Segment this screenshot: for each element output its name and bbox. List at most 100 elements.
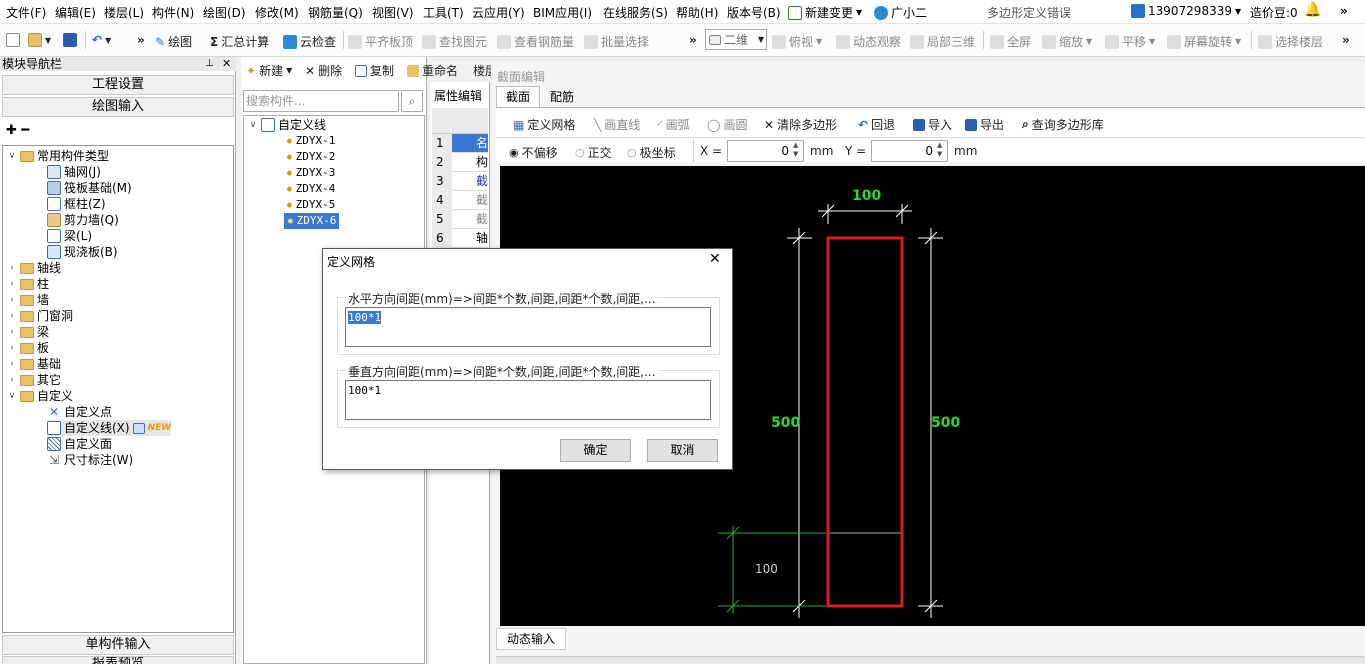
property-row-1[interactable]: 1名 <box>432 134 488 153</box>
tree-common-types[interactable]: ∨ 常用构件类型 <box>7 148 109 164</box>
x-spinner-icon[interactable]: ▲ ▼ <box>793 141 798 159</box>
menu-version[interactable]: 版本号(B) <box>727 4 781 21</box>
menu-tools[interactable]: 工具(T) <box>423 4 464 21</box>
fullscreen-button[interactable]: 全屏 <box>990 33 1031 50</box>
query-polygon-lib-button[interactable]: ⌕ 查询多边形库 <box>1022 116 1104 133</box>
expand-icon[interactable]: › <box>7 308 17 324</box>
tree-item-custom-face[interactable]: 自定义面 <box>47 436 112 452</box>
more-menu-icon[interactable]: » <box>1340 4 1348 18</box>
copy-component-button[interactable]: 复制 <box>355 62 394 79</box>
expand-icon[interactable]: › <box>7 356 17 372</box>
horizontal-spacing-input[interactable]: 100*1 <box>345 307 711 347</box>
tree-item-column[interactable]: 框柱(Z) <box>47 196 106 212</box>
property-row-5[interactable]: 5截 <box>432 210 488 229</box>
property-row-6[interactable]: 6轴 <box>432 229 488 248</box>
tree-item-shear-wall[interactable]: 剪力墙(Q) <box>47 212 119 228</box>
assistant-button[interactable]: 广小二 <box>874 4 927 21</box>
search-icon[interactable]: ⌕ <box>401 90 423 112</box>
toolbar-more-icon-2[interactable]: » <box>689 33 697 47</box>
expand-icon[interactable]: › <box>7 372 17 388</box>
cloud-check-button[interactable]: 云检查 <box>283 33 336 50</box>
toolbar-more-icon-3[interactable]: » <box>1342 33 1350 47</box>
y-spinner-icon[interactable]: ▲ ▼ <box>937 141 942 159</box>
project-settings-button[interactable]: 工程设置 <box>2 75 234 95</box>
expand-all-icon[interactable]: ✚ ━ <box>6 123 29 138</box>
menu-draw[interactable]: 绘图(D) <box>203 4 246 21</box>
expand-icon[interactable]: › <box>7 260 17 276</box>
no-offset-radio[interactable]: ◉ 不偏移 <box>509 144 558 161</box>
tree-folder-other[interactable]: › 其它 <box>7 372 61 388</box>
property-row-3[interactable]: 3截 <box>432 172 488 191</box>
tree-folder-custom[interactable]: ∨ 自定义 <box>7 388 73 404</box>
tree-item-beam[interactable]: 梁(L) <box>47 228 92 244</box>
draw-line-button[interactable]: ╲ 画直线 <box>594 116 640 133</box>
local-3d-button[interactable]: 局部三维 <box>910 33 975 50</box>
clear-polygon-button[interactable]: ✕ 清除多边形 <box>764 116 837 133</box>
tree-item-axis-grid[interactable]: 轴网(J) <box>47 164 101 180</box>
collapse-icon[interactable]: ∨ <box>7 388 17 404</box>
expand-icon[interactable]: › <box>7 340 17 356</box>
single-component-input-button[interactable]: 单构件输入 <box>2 635 234 655</box>
import-button[interactable]: 导入 <box>913 116 952 133</box>
menu-help[interactable]: 帮助(H) <box>676 4 718 21</box>
top-view-button[interactable]: 俯视 ▼ <box>772 33 822 50</box>
expand-icon[interactable]: › <box>7 324 17 340</box>
sum-calc-button[interactable]: Σ 汇总计算 <box>210 33 269 50</box>
drawing-input-button[interactable]: 绘图输入 <box>2 97 234 117</box>
menu-view[interactable]: 视图(V) <box>372 4 414 21</box>
menu-modify[interactable]: 修改(M) <box>255 4 299 21</box>
delete-component-button[interactable]: ✕ 删除 <box>305 62 342 79</box>
polar-radio[interactable]: ○ 极坐标 <box>627 144 676 161</box>
draw-button[interactable]: ✎ 绘图 <box>155 33 192 50</box>
new-file-icon[interactable] <box>6 33 20 47</box>
tree-folder-axis[interactable]: › 轴线 <box>7 260 61 276</box>
pin-icon[interactable]: ⊥ <box>205 57 214 71</box>
tree-item-slab[interactable]: 现浇板(B) <box>47 244 118 260</box>
tree-item-raft[interactable]: 筏板基础(M) <box>47 180 132 196</box>
vertical-spacing-input[interactable]: 100*1 <box>345 380 711 420</box>
menu-floor[interactable]: 楼层(L) <box>104 4 144 21</box>
open-file-icon[interactable]: ▼ <box>28 33 51 47</box>
search-input[interactable]: 搜索构件... <box>243 90 399 112</box>
view-mode-select[interactable]: 二维 ▼ <box>705 29 767 50</box>
batch-select-button[interactable]: 批量选择 <box>584 33 649 50</box>
tree-folder-openings[interactable]: › 门窗洞 <box>7 308 73 324</box>
tree-item-dimension[interactable]: ⇲ 尺寸标注(W) <box>47 452 133 468</box>
expand-icon[interactable]: › <box>7 276 17 292</box>
component-item-2[interactable]: ✹ ZDYX-2 <box>286 149 335 165</box>
tree-folder-foundation[interactable]: › 基础 <box>7 356 61 372</box>
floor-tab[interactable]: 楼层 <box>473 62 491 79</box>
tree-folder-slab[interactable]: › 板 <box>7 340 49 356</box>
menu-cloud[interactable]: 云应用(Y) <box>472 4 525 21</box>
report-preview-button[interactable]: 报表预览 <box>2 656 234 664</box>
menu-edit[interactable]: 编辑(E) <box>55 4 96 21</box>
collapse-icon[interactable]: ∨ <box>248 117 258 133</box>
select-floor-button[interactable]: 选择楼层 <box>1258 33 1323 50</box>
pan-button[interactable]: 平移 ▼ <box>1105 33 1155 50</box>
flat-top-button[interactable]: 平齐板顶 <box>348 33 413 50</box>
tree-item-custom-line[interactable]: 自定义线(X) NEW <box>47 420 172 436</box>
menu-online[interactable]: 在线服务(S) <box>603 4 668 21</box>
dialog-close-icon[interactable]: ✕ <box>709 251 721 267</box>
cancel-button[interactable]: 取消 <box>647 439 718 462</box>
new-component-button[interactable]: ✦ 新建 ▼ <box>246 62 292 79</box>
tab-rebar[interactable]: 配筋 <box>542 88 582 107</box>
menu-component[interactable]: 构件(N) <box>152 4 194 21</box>
save-icon[interactable] <box>63 33 77 47</box>
tree-item-custom-point[interactable]: ✕ 自定义点 <box>47 404 112 420</box>
dynamic-view-button[interactable]: 动态观察 <box>836 33 901 50</box>
component-item-6-selected[interactable]: ✹ ZDYX-6 <box>284 213 340 229</box>
component-item-5[interactable]: ✹ ZDYX-5 <box>286 197 335 213</box>
find-element-button[interactable]: 查找图元 <box>422 33 487 50</box>
collapse-icon[interactable]: ∨ <box>7 148 17 164</box>
menu-bim[interactable]: BIM应用(I) <box>533 4 592 21</box>
tab-section[interactable]: 截面 <box>496 86 540 107</box>
ok-button[interactable]: 确定 <box>560 439 631 462</box>
zoom-button[interactable]: 缩放 ▼ <box>1042 33 1092 50</box>
bell-icon[interactable]: 🔔 <box>1304 2 1321 18</box>
export-button[interactable]: 导出 <box>965 116 1004 133</box>
new-change-button[interactable]: 新建变更 ▼ <box>788 4 862 21</box>
tree-root-custom-line[interactable]: ∨ 自定义线 <box>248 117 326 133</box>
ortho-radio[interactable]: ○ 正交 <box>575 144 612 161</box>
rename-component-button[interactable]: 重命名 <box>407 62 458 79</box>
